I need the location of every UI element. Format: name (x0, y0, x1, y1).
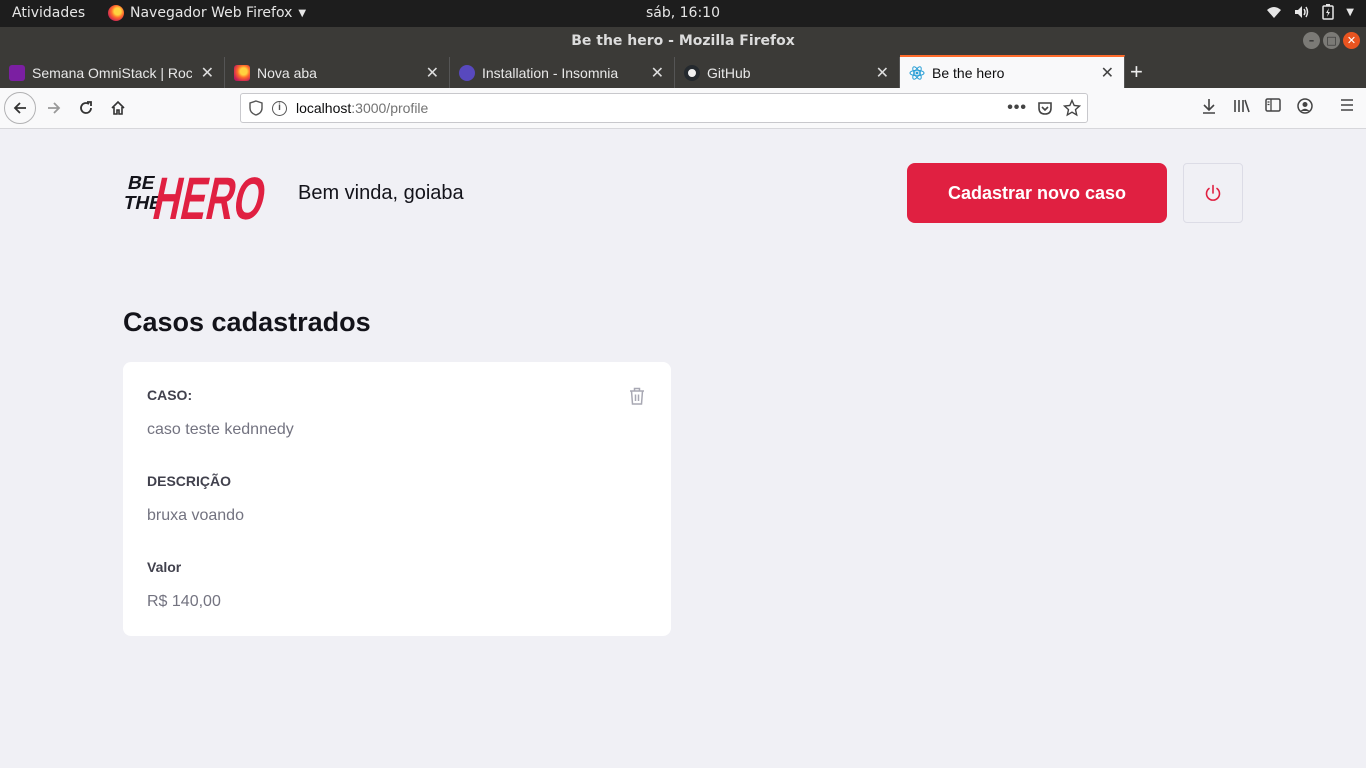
value-amount: R$ 140,00 (147, 593, 221, 610)
tab-label: Be the hero (932, 64, 1005, 81)
app-menu-label: Navegador Web Firefox (130, 5, 293, 21)
bookmark-star-icon[interactable] (1063, 99, 1081, 117)
tab-label: Nova aba (257, 64, 317, 81)
case-label: CASO: (147, 387, 193, 403)
arrow-right-icon (48, 102, 61, 114)
profile-page: BE THE HERO Bem vinda, goiaba Cadastrar … (0, 129, 1366, 768)
back-button[interactable] (4, 92, 36, 124)
tracking-shield-icon[interactable] (249, 100, 263, 116)
trash-icon[interactable] (628, 386, 646, 406)
window-title-bar: Be the hero - Mozilla Firefox – □ ✕ (0, 27, 1366, 55)
tab-omnistack[interactable]: Semana OmniStack | Rocketseat ✕ (0, 57, 225, 88)
system-top-bar: Atividades Navegador Web Firefox ▼ sáb, … (0, 0, 1366, 27)
github-favicon-icon (684, 64, 700, 81)
window-title: Be the hero - Mozilla Firefox (571, 33, 795, 49)
minimize-button[interactable]: – (1303, 32, 1320, 49)
incident-card: CASO: caso teste kednnedy DESCRIÇÃO brux… (123, 362, 671, 636)
library-icon (1234, 99, 1250, 113)
account-icon (1297, 98, 1313, 114)
welcome-greeting: Bem vinda, goiaba (298, 182, 464, 204)
menu-button[interactable] (1339, 98, 1355, 112)
value-label: Valor (147, 559, 182, 575)
url-bar[interactable]: i localhost:3000/profile ••• (240, 93, 1088, 123)
page-actions-icon[interactable]: ••• (1007, 99, 1027, 117)
close-tab-icon[interactable]: ✕ (1101, 63, 1114, 83)
firefox-favicon-icon (234, 64, 250, 81)
tab-be-the-hero[interactable]: Be the hero ✕ (900, 55, 1125, 88)
url-host: localhost (296, 100, 352, 116)
tab-label: Semana OmniStack | Rocketseat (32, 64, 192, 81)
tab-github[interactable]: GitHub ✕ (675, 57, 900, 88)
hamburger-menu-icon (1341, 99, 1353, 111)
new-case-button[interactable]: Cadastrar novo caso (907, 163, 1167, 223)
insomnia-favicon-icon (459, 64, 475, 81)
chevron-down-icon: ▼ (298, 7, 307, 19)
logout-button[interactable] (1183, 163, 1243, 223)
close-window-button[interactable]: ✕ (1343, 32, 1360, 49)
wifi-icon (1267, 7, 1282, 18)
be-the-hero-logo: BE THE HERO (123, 165, 272, 225)
arrow-left-icon (13, 102, 26, 114)
library-button[interactable] (1233, 98, 1251, 114)
rocketseat-favicon-icon (9, 64, 25, 81)
svg-text:HERO: HERO (148, 165, 272, 225)
url-path: :3000/profile (351, 100, 429, 116)
navigation-toolbar: i localhost:3000/profile ••• (0, 88, 1366, 129)
tab-label: GitHub (707, 64, 751, 81)
close-tab-icon[interactable]: ✕ (426, 63, 439, 83)
close-tab-icon[interactable]: ✕ (876, 63, 889, 83)
home-icon (111, 100, 125, 115)
new-tab-button[interactable]: + (1130, 59, 1143, 85)
home-button[interactable] (104, 94, 132, 122)
forward-button[interactable] (40, 94, 68, 122)
sidebar-icon (1265, 98, 1281, 112)
svg-text:BE: BE (126, 173, 157, 194)
url-text[interactable]: localhost:3000/profile (296, 100, 428, 116)
system-tray[interactable]: ▼ (1266, 4, 1354, 20)
tab-label: Installation - Insomnia (482, 64, 619, 81)
firefox-icon (108, 5, 124, 21)
section-title: Casos cadastrados (123, 307, 371, 337)
download-icon (1203, 99, 1215, 114)
activities-button[interactable]: Atividades (12, 5, 85, 21)
pocket-icon[interactable] (1037, 100, 1053, 116)
sidebar-button[interactable] (1265, 98, 1281, 112)
tab-strip: Semana OmniStack | Rocketseat ✕ Nova aba… (0, 55, 1366, 88)
app-menu[interactable]: Navegador Web Firefox ▼ (108, 5, 306, 21)
power-icon (1205, 184, 1221, 201)
maximize-button[interactable]: □ (1323, 32, 1340, 49)
battery-icon (1322, 4, 1335, 20)
description-label: DESCRIÇÃO (147, 473, 232, 489)
reload-button[interactable] (72, 94, 100, 122)
close-tab-icon[interactable]: ✕ (651, 63, 664, 83)
clock[interactable]: sáb, 16:10 (646, 5, 720, 21)
volume-icon (1295, 6, 1309, 18)
tab-nova-aba[interactable]: Nova aba ✕ (225, 57, 450, 88)
case-value: caso teste kednnedy (147, 421, 294, 438)
close-tab-icon[interactable]: ✕ (201, 63, 214, 83)
reload-icon (80, 101, 92, 114)
tab-insomnia[interactable]: Installation - Insomnia ✕ (450, 57, 675, 88)
power-menu-icon: ▼ (1346, 6, 1354, 18)
downloads-button[interactable] (1201, 98, 1217, 114)
site-info-icon[interactable]: i (272, 100, 287, 116)
description-value: bruxa voando (147, 507, 244, 524)
account-button[interactable] (1297, 98, 1313, 114)
react-favicon-icon (909, 65, 925, 80)
